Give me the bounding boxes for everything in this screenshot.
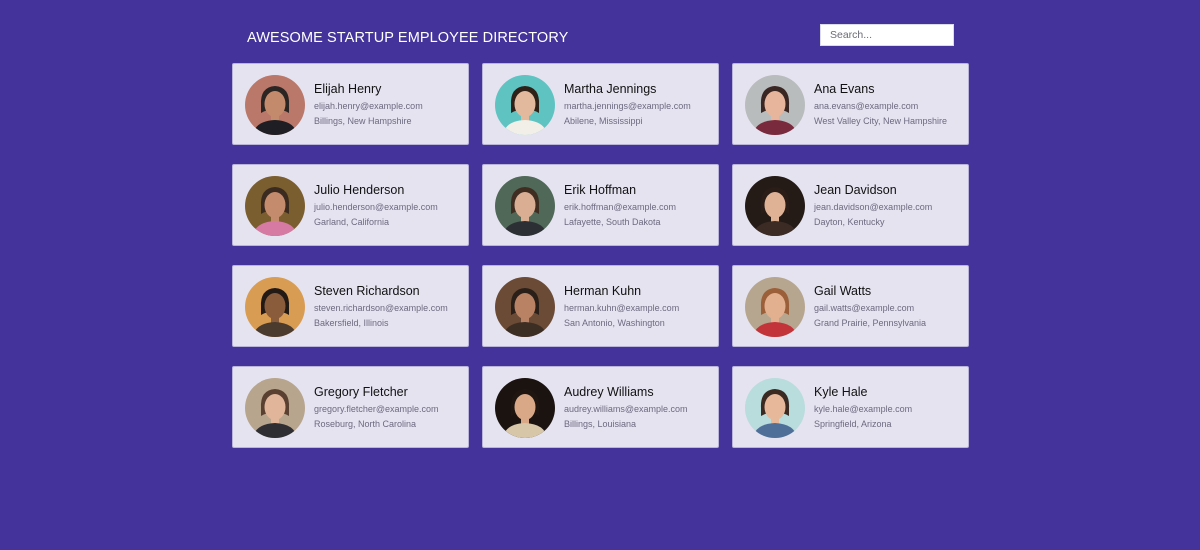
- employee-email: kyle.hale@example.com: [814, 404, 913, 414]
- employee-card[interactable]: Gregory Fletcher gregory.fletcher@exampl…: [232, 366, 469, 448]
- employee-email: gregory.fletcher@example.com: [314, 404, 439, 414]
- employee-name: Martha Jennings: [564, 82, 657, 96]
- employee-location: Billings, New Hampshire: [314, 116, 412, 126]
- employee-name: Herman Kuhn: [564, 284, 642, 298]
- employee-info: Gail Watts gail.watts@example.com Grand …: [814, 284, 964, 329]
- employee-location: Grand Prairie, Pennsylvania: [814, 318, 927, 328]
- employee-card[interactable]: Jean Davidson jean.davidson@example.com …: [732, 164, 969, 246]
- employee-photo: [245, 277, 305, 337]
- employee-location: Billings, Louisiana: [564, 419, 637, 429]
- employee-name: Ana Evans: [814, 82, 875, 96]
- employee-location: Springfield, Arizona: [814, 419, 892, 429]
- employee-name: Steven Richardson: [314, 284, 420, 298]
- employee-info: Herman Kuhn herman.kuhn@example.com San …: [564, 284, 714, 329]
- employee-avatar: [745, 277, 805, 337]
- employee-email: audrey.williams@example.com: [564, 404, 688, 414]
- employee-email: herman.kuhn@example.com: [564, 303, 680, 313]
- employee-avatar: [745, 176, 805, 236]
- employee-name: Gail Watts: [814, 284, 872, 298]
- employee-photo: [495, 176, 555, 236]
- employee-card[interactable]: Elijah Henry elijah.henry@example.com Bi…: [232, 63, 469, 145]
- employee-avatar: [245, 277, 305, 337]
- employee-photo: [745, 176, 805, 236]
- employee-card[interactable]: Audrey Williams audrey.williams@example.…: [482, 366, 719, 448]
- employee-info: Steven Richardson steven.richardson@exam…: [314, 284, 464, 329]
- employee-name: Gregory Fletcher: [314, 385, 408, 399]
- employee-card[interactable]: Gail Watts gail.watts@example.com Grand …: [732, 265, 969, 347]
- employee-location: Garland, California: [314, 217, 390, 227]
- employee-email: elijah.henry@example.com: [314, 101, 423, 111]
- employee-name: Jean Davidson: [814, 183, 897, 197]
- employee-avatar: [495, 176, 555, 236]
- search-input[interactable]: [820, 24, 954, 46]
- employee-avatar: [495, 277, 555, 337]
- employee-email: steven.richardson@example.com: [314, 303, 448, 313]
- employee-photo: [245, 75, 305, 135]
- employee-photo: [245, 176, 305, 236]
- employee-card[interactable]: Martha Jennings martha.jennings@example.…: [482, 63, 719, 145]
- employee-email: ana.evans@example.com: [814, 101, 919, 111]
- employee-photo: [495, 277, 555, 337]
- employee-info: Gregory Fletcher gregory.fletcher@exampl…: [314, 385, 464, 430]
- employee-email: martha.jennings@example.com: [564, 101, 691, 111]
- employee-avatar: [495, 75, 555, 135]
- employee-location: San Antonio, Washington: [564, 318, 665, 328]
- employee-card[interactable]: Herman Kuhn herman.kuhn@example.com San …: [482, 265, 719, 347]
- page-title: AWESOME STARTUP EMPLOYEE DIRECTORY: [247, 30, 569, 46]
- employee-info: Julio Henderson julio.henderson@example.…: [314, 183, 464, 228]
- employee-name: Elijah Henry: [314, 82, 382, 96]
- employee-location: Abilene, Mississippi: [564, 116, 643, 126]
- employee-card[interactable]: Erik Hoffman erik.hoffman@example.com La…: [482, 164, 719, 246]
- employee-info: Ana Evans ana.evans@example.com West Val…: [814, 82, 964, 127]
- employee-email: jean.davidson@example.com: [814, 202, 933, 212]
- employee-info: Erik Hoffman erik.hoffman@example.com La…: [564, 183, 714, 228]
- employee-info: Elijah Henry elijah.henry@example.com Bi…: [314, 82, 464, 127]
- employee-info: Jean Davidson jean.davidson@example.com …: [814, 183, 964, 228]
- employee-photo: [495, 378, 555, 438]
- employee-gallery: Elijah Henry elijah.henry@example.com Bi…: [232, 63, 970, 448]
- employee-photo: [245, 378, 305, 438]
- employee-photo: [495, 75, 555, 135]
- employee-location: West Valley City, New Hampshire: [814, 116, 948, 126]
- employee-photo: [745, 378, 805, 438]
- employee-avatar: [245, 176, 305, 236]
- employee-avatar: [745, 75, 805, 135]
- employee-location: Roseburg, North Carolina: [314, 419, 417, 429]
- employee-card[interactable]: Steven Richardson steven.richardson@exam…: [232, 265, 469, 347]
- employee-avatar: [245, 378, 305, 438]
- employee-photo: [745, 277, 805, 337]
- employee-name: Kyle Hale: [814, 385, 868, 399]
- employee-avatar: [245, 75, 305, 135]
- employee-email: gail.watts@example.com: [814, 303, 915, 313]
- employee-card[interactable]: Julio Henderson julio.henderson@example.…: [232, 164, 469, 246]
- employee-avatar: [745, 378, 805, 438]
- employee-name: Julio Henderson: [314, 183, 405, 197]
- employee-location: Lafayette, South Dakota: [564, 217, 661, 227]
- employee-email: erik.hoffman@example.com: [564, 202, 677, 212]
- page-header: AWESOME STARTUP EMPLOYEE DIRECTORY: [232, 24, 954, 54]
- employee-name: Erik Hoffman: [564, 183, 637, 197]
- employee-card[interactable]: Kyle Hale kyle.hale@example.com Springfi…: [732, 366, 969, 448]
- employee-email: julio.henderson@example.com: [314, 202, 438, 212]
- employee-location: Dayton, Kentucky: [814, 217, 885, 227]
- employee-name: Audrey Williams: [564, 385, 654, 399]
- employee-location: Bakersfield, Illinois: [314, 318, 389, 328]
- employee-info: Kyle Hale kyle.hale@example.com Springfi…: [814, 385, 964, 430]
- employee-info: Audrey Williams audrey.williams@example.…: [564, 385, 714, 430]
- employee-photo: [745, 75, 805, 135]
- employee-card[interactable]: Ana Evans ana.evans@example.com West Val…: [732, 63, 969, 145]
- employee-info: Martha Jennings martha.jennings@example.…: [564, 82, 714, 127]
- employee-avatar: [495, 378, 555, 438]
